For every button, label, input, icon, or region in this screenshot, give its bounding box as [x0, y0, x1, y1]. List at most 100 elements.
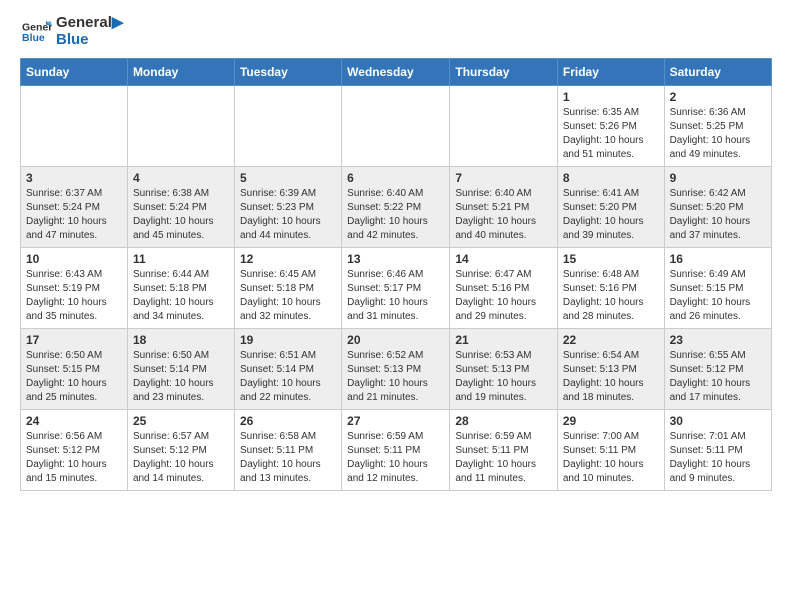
day-info: Sunrise: 6:46 AM Sunset: 5:17 PM Dayligh…	[347, 268, 444, 324]
calendar-week-row: 1 Sunrise: 6:35 AM Sunset: 5:26 PM Daylig…	[21, 86, 772, 167]
calendar-cell: 4Sunrise: 6:38 AM Sunset: 5:24 PM Daylig…	[127, 167, 234, 248]
day-info: Sunrise: 6:47 AM Sunset: 5:16 PM Dayligh…	[455, 268, 552, 324]
calendar-header-saturday: Saturday	[664, 59, 771, 86]
day-info: Sunrise: 7:00 AM Sunset: 5:11 PM Dayligh…	[563, 430, 659, 486]
day-info: Sunrise: 6:56 AM Sunset: 5:12 PM Dayligh…	[26, 430, 122, 486]
calendar-week-row: 3 Sunrise: 6:37 AM Sunset: 5:24 PM Daylig…	[21, 167, 772, 248]
calendar-header-monday: Monday	[127, 59, 234, 86]
calendar-table: SundayMondayTuesdayWednesdayThursdayFrid…	[20, 58, 772, 491]
calendar-cell: 20 Sunrise: 6:52 AM Sunset: 5:13 PM Dayli…	[342, 329, 450, 410]
day-info: Sunrise: 6:55 AM Sunset: 5:12 PM Dayligh…	[670, 349, 766, 405]
day-number: 22	[563, 333, 659, 347]
calendar-cell: 15Sunrise: 6:48 AM Sunset: 5:16 PM Dayli…	[557, 248, 664, 329]
calendar-cell: 3 Sunrise: 6:37 AM Sunset: 5:24 PM Daylig…	[21, 167, 128, 248]
day-info: Sunrise: 6:53 AM Sunset: 5:13 PM Dayligh…	[455, 349, 552, 405]
calendar-cell: 18Sunrise: 6:50 AM Sunset: 5:14 PM Dayli…	[127, 329, 234, 410]
day-info: Sunrise: 6:40 AM Sunset: 5:22 PM Dayligh…	[347, 187, 444, 243]
calendar-header-row: SundayMondayTuesdayWednesdayThursdayFrid…	[21, 59, 772, 86]
day-info: Sunrise: 6:49 AM Sunset: 5:15 PM Dayligh…	[670, 268, 766, 324]
svg-text:Blue: Blue	[22, 32, 45, 44]
day-info: Sunrise: 6:57 AM Sunset: 5:12 PM Dayligh…	[133, 430, 229, 486]
day-number: 24	[26, 414, 122, 428]
day-number: 16	[670, 252, 766, 266]
day-number: 30	[670, 414, 766, 428]
logo-icon: General Blue	[22, 17, 52, 47]
calendar-header-sunday: Sunday	[21, 59, 128, 86]
day-info: Sunrise: 6:58 AM Sunset: 5:11 PM Dayligh…	[240, 430, 336, 486]
calendar-cell: 17Sunrise: 6:50 AM Sunset: 5:15 PM Dayli…	[21, 329, 128, 410]
day-number: 27	[347, 414, 444, 428]
day-info: Sunrise: 6:37 AM Sunset: 5:24 PM Dayligh…	[26, 187, 122, 243]
day-info: Sunrise: 6:35 AM Sunset: 5:26 PM Dayligh…	[563, 106, 659, 162]
calendar-cell: 23Sunrise: 6:55 AM Sunset: 5:12 PM Dayli…	[664, 329, 771, 410]
day-number: 8	[563, 171, 659, 185]
day-number: 12	[240, 252, 336, 266]
day-number: 19	[240, 333, 336, 347]
calendar-cell: 27 Sunrise: 6:59 AM Sunset: 5:11 PM Dayli…	[342, 410, 450, 491]
day-info: Sunrise: 6:50 AM Sunset: 5:14 PM Dayligh…	[133, 349, 229, 405]
day-number: 3	[26, 171, 122, 185]
day-info: Sunrise: 6:41 AM Sunset: 5:20 PM Dayligh…	[563, 187, 659, 243]
calendar-cell: 6 Sunrise: 6:40 AM Sunset: 5:22 PM Daylig…	[342, 167, 450, 248]
day-number: 21	[455, 333, 552, 347]
day-number: 15	[563, 252, 659, 266]
calendar-cell: 16 Sunrise: 6:49 AM Sunset: 5:15 PM Dayli…	[664, 248, 771, 329]
calendar-cell: 5 Sunrise: 6:39 AM Sunset: 5:23 PM Daylig…	[234, 167, 341, 248]
calendar-cell: 26Sunrise: 6:58 AM Sunset: 5:11 PM Dayli…	[234, 410, 341, 491]
calendar-header-tuesday: Tuesday	[234, 59, 341, 86]
header: General Blue General▶ Blue	[20, 15, 772, 48]
calendar-cell: 19 Sunrise: 6:51 AM Sunset: 5:14 PM Dayli…	[234, 329, 341, 410]
calendar-cell: 30 Sunrise: 7:01 AM Sunset: 5:11 PM Dayli…	[664, 410, 771, 491]
calendar-cell: 25 Sunrise: 6:57 AM Sunset: 5:12 PM Dayli…	[127, 410, 234, 491]
calendar-week-row: 24 Sunrise: 6:56 AM Sunset: 5:12 PM Dayli…	[21, 410, 772, 491]
calendar-cell: 1 Sunrise: 6:35 AM Sunset: 5:26 PM Daylig…	[557, 86, 664, 167]
calendar-cell: 2Sunrise: 6:36 AM Sunset: 5:25 PM Daylig…	[664, 86, 771, 167]
day-info: Sunrise: 6:59 AM Sunset: 5:11 PM Dayligh…	[347, 430, 444, 486]
day-info: Sunrise: 6:52 AM Sunset: 5:13 PM Dayligh…	[347, 349, 444, 405]
day-info: Sunrise: 6:51 AM Sunset: 5:14 PM Dayligh…	[240, 349, 336, 405]
calendar-cell	[450, 86, 558, 167]
logo: General Blue General▶ Blue	[20, 15, 123, 48]
page: General Blue General▶ Blue SundayMondayT…	[0, 0, 792, 511]
logo-line1: General▶	[56, 15, 123, 32]
day-info: Sunrise: 6:39 AM Sunset: 5:23 PM Dayligh…	[240, 187, 336, 243]
day-number: 20	[347, 333, 444, 347]
day-info: Sunrise: 7:01 AM Sunset: 5:11 PM Dayligh…	[670, 430, 766, 486]
day-info: Sunrise: 6:59 AM Sunset: 5:11 PM Dayligh…	[455, 430, 552, 486]
calendar-week-row: 10Sunrise: 6:43 AM Sunset: 5:19 PM Dayli…	[21, 248, 772, 329]
calendar-cell: 13 Sunrise: 6:46 AM Sunset: 5:17 PM Dayli…	[342, 248, 450, 329]
day-info: Sunrise: 6:45 AM Sunset: 5:18 PM Dayligh…	[240, 268, 336, 324]
day-number: 14	[455, 252, 552, 266]
day-info: Sunrise: 6:38 AM Sunset: 5:24 PM Dayligh…	[133, 187, 229, 243]
calendar-cell: 29 Sunrise: 7:00 AM Sunset: 5:11 PM Dayli…	[557, 410, 664, 491]
calendar-cell: 8 Sunrise: 6:41 AM Sunset: 5:20 PM Daylig…	[557, 167, 664, 248]
calendar-cell	[21, 86, 128, 167]
day-info: Sunrise: 6:42 AM Sunset: 5:20 PM Dayligh…	[670, 187, 766, 243]
day-number: 5	[240, 171, 336, 185]
calendar-cell: 28 Sunrise: 6:59 AM Sunset: 5:11 PM Dayli…	[450, 410, 558, 491]
calendar-cell: 11Sunrise: 6:44 AM Sunset: 5:18 PM Dayli…	[127, 248, 234, 329]
day-number: 9	[670, 171, 766, 185]
calendar-week-row: 17Sunrise: 6:50 AM Sunset: 5:15 PM Dayli…	[21, 329, 772, 410]
calendar-header-friday: Friday	[557, 59, 664, 86]
day-number: 25	[133, 414, 229, 428]
calendar-cell: 12 Sunrise: 6:45 AM Sunset: 5:18 PM Dayli…	[234, 248, 341, 329]
day-info: Sunrise: 6:40 AM Sunset: 5:21 PM Dayligh…	[455, 187, 552, 243]
day-number: 13	[347, 252, 444, 266]
day-number: 29	[563, 414, 659, 428]
calendar-cell: 10Sunrise: 6:43 AM Sunset: 5:19 PM Dayli…	[21, 248, 128, 329]
calendar-cell: 22 Sunrise: 6:54 AM Sunset: 5:13 PM Dayli…	[557, 329, 664, 410]
calendar-cell: 7Sunrise: 6:40 AM Sunset: 5:21 PM Daylig…	[450, 167, 558, 248]
calendar-cell: 21 Sunrise: 6:53 AM Sunset: 5:13 PM Dayli…	[450, 329, 558, 410]
day-info: Sunrise: 6:44 AM Sunset: 5:18 PM Dayligh…	[133, 268, 229, 324]
day-info: Sunrise: 6:54 AM Sunset: 5:13 PM Dayligh…	[563, 349, 659, 405]
day-number: 10	[26, 252, 122, 266]
day-number: 6	[347, 171, 444, 185]
day-number: 1	[563, 90, 659, 104]
calendar-cell	[127, 86, 234, 167]
day-number: 28	[455, 414, 552, 428]
calendar-cell	[234, 86, 341, 167]
day-info: Sunrise: 6:50 AM Sunset: 5:15 PM Dayligh…	[26, 349, 122, 405]
calendar-cell: 9 Sunrise: 6:42 AM Sunset: 5:20 PM Daylig…	[664, 167, 771, 248]
day-number: 2	[670, 90, 766, 104]
